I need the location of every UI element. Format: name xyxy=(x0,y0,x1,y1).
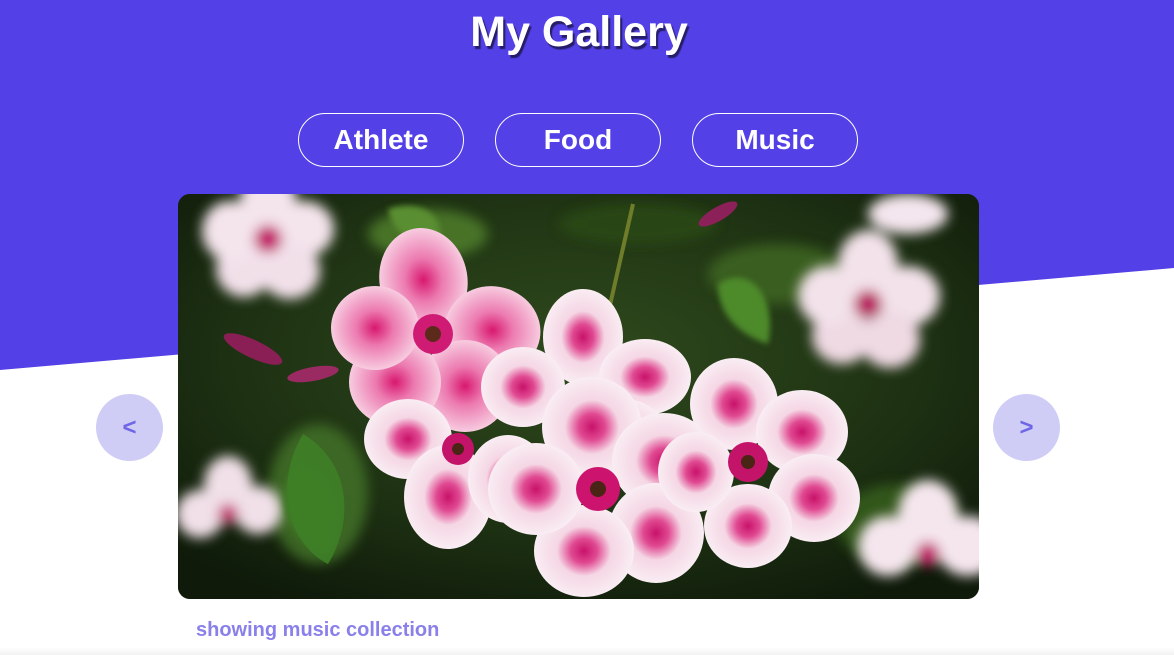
next-image-button[interactable]: > xyxy=(993,394,1060,461)
category-athlete-button[interactable]: Athlete xyxy=(298,113,464,167)
flower-photo-graphic xyxy=(178,194,979,599)
category-buttons: Athlete Food Music xyxy=(298,113,858,167)
page-title: My Gallery xyxy=(470,8,688,56)
category-music-button[interactable]: Music xyxy=(692,113,858,167)
collection-caption: showing music collection xyxy=(196,619,440,641)
gallery-page: My Gallery Athlete Food Music < > showin… xyxy=(0,0,1174,655)
previous-image-button[interactable]: < xyxy=(96,394,163,461)
category-food-button[interactable]: Food xyxy=(495,113,661,167)
bottom-shadow xyxy=(0,647,1174,655)
gallery-image xyxy=(178,194,979,599)
